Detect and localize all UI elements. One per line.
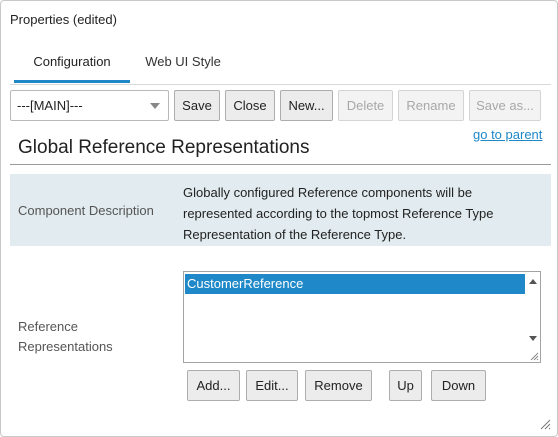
properties-dialog: Properties (edited) Configuration Web UI… [0,0,558,437]
delete-button[interactable]: Delete [338,90,393,121]
window-title: Properties (edited) [10,12,117,27]
reference-representations-list[interactable]: CustomerReference [183,271,541,363]
section-title: Global Reference Representations [18,137,310,158]
tab-bar: Configuration Web UI Style [10,45,551,85]
rename-button[interactable]: Rename [398,90,464,121]
remove-button[interactable]: Remove [305,370,372,401]
tab-web-ui-style[interactable]: Web UI Style [136,45,230,83]
configuration-select-value: ---[MAIN]--- [17,98,83,113]
save-button[interactable]: Save [174,90,220,121]
component-description-text: Globally configured Reference components… [183,185,494,242]
resize-grip-icon[interactable] [539,418,551,430]
component-description-row: Component Description Globally configure… [10,174,551,246]
section-divider [10,164,551,165]
edit-button[interactable]: Edit... [246,370,298,401]
scroll-up-arrow-icon[interactable] [529,279,537,284]
save-as-button[interactable]: Save as... [469,90,541,121]
reference-representations-label: Reference Representations [18,319,113,354]
list-item[interactable]: CustomerReference [185,274,525,294]
resize-grip-icon[interactable] [529,351,539,361]
new-button[interactable]: New... [280,90,333,121]
up-button[interactable]: Up [389,370,422,401]
close-button[interactable]: Close [225,90,275,121]
tab-configuration[interactable]: Configuration [14,45,130,83]
down-button[interactable]: Down [431,370,486,401]
chevron-down-icon [150,103,160,109]
add-button[interactable]: Add... [187,370,240,401]
component-description-label: Component Description [18,203,154,218]
scroll-down-arrow-icon[interactable] [529,336,537,341]
configuration-select[interactable]: ---[MAIN]--- [10,90,169,121]
go-to-parent-link[interactable]: go to parent [473,127,542,142]
